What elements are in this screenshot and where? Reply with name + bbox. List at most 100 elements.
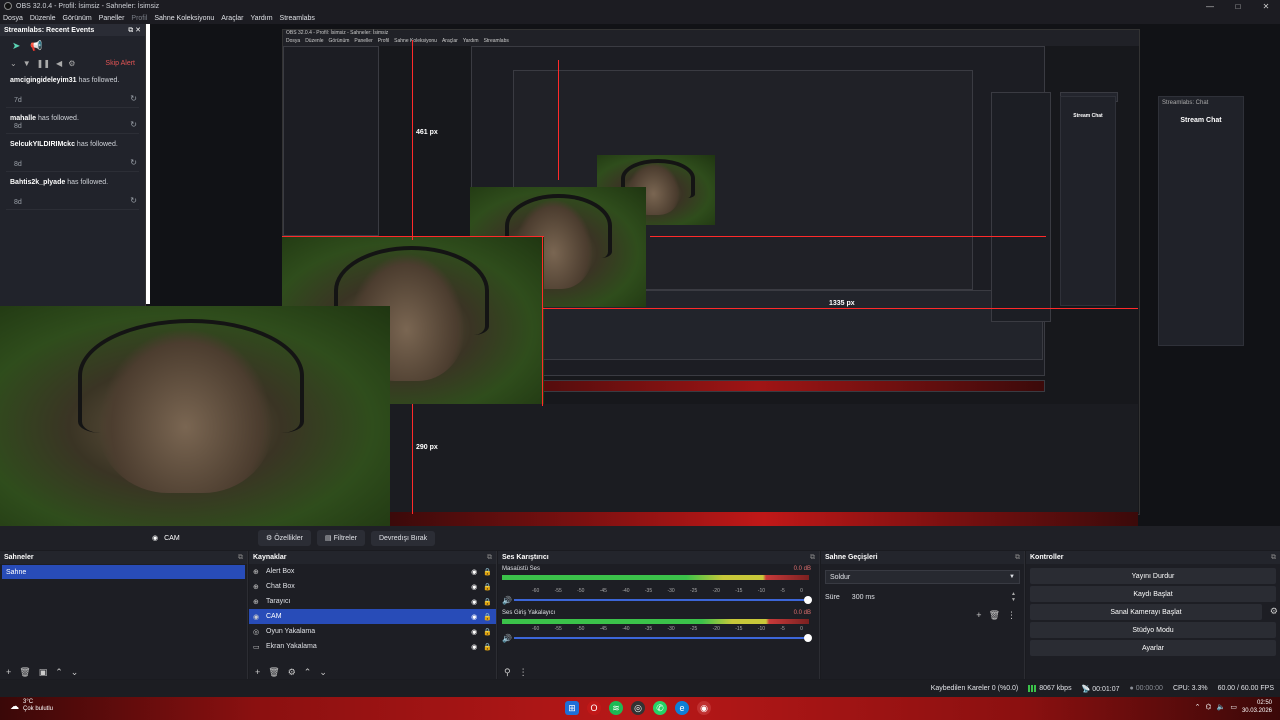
visibility-icon[interactable]: ◉ xyxy=(471,568,477,576)
undock-icon[interactable]: ⧉ xyxy=(1015,554,1020,562)
source-item[interactable]: ⊕ Chat Box ◉ 🔒 xyxy=(249,579,496,594)
move-down-icon[interactable]: ⌄ xyxy=(319,667,327,678)
trash-icon[interactable]: 🗑 xyxy=(268,667,279,678)
filter-icon[interactable]: ▣ xyxy=(39,667,48,678)
undock-icon[interactable]: ⧉ xyxy=(238,554,243,562)
maximize-button[interactable]: □ xyxy=(1224,0,1252,12)
undock-icon[interactable]: ⧉ xyxy=(487,554,492,562)
move-up-icon[interactable]: ⌃ xyxy=(55,667,63,678)
replay-icon[interactable]: ↻ xyxy=(130,196,137,205)
add-icon[interactable]: + xyxy=(6,667,11,677)
tray-chevron-icon[interactable]: ⌃ xyxy=(1195,703,1201,711)
guide-line-vertical xyxy=(412,40,413,240)
menu-help[interactable]: Yardım xyxy=(250,15,272,22)
stepper-icon[interactable]: ▲ ▼ xyxy=(1011,591,1016,603)
replay-icon[interactable]: ↻ xyxy=(130,94,137,103)
more-icon[interactable]: ⋮ xyxy=(1007,610,1016,621)
source-item[interactable]: ◎ Oyun Yakalama ◉ 🔒 xyxy=(249,624,496,639)
lock-icon[interactable]: 🔒 xyxy=(483,583,492,591)
menu-view[interactable]: Görünüm xyxy=(63,15,92,22)
menu-tools[interactable]: Araçlar xyxy=(221,15,243,22)
add-icon[interactable]: + xyxy=(255,667,260,677)
transition-select[interactable]: Soldur ▼ xyxy=(825,570,1020,584)
whatsapp-icon[interactable]: ✆ xyxy=(653,701,667,715)
menu-streamlabs[interactable]: Streamlabs xyxy=(280,15,315,22)
scene-item[interactable]: Sahne xyxy=(2,565,245,579)
source-item-selected[interactable]: ◉ CAM ◉ 🔒 xyxy=(249,609,496,624)
deactivate-button[interactable]: Devredışı Bırak xyxy=(370,530,436,546)
start-recording-button[interactable]: Kaydı Başlat xyxy=(1030,586,1276,602)
add-icon[interactable]: + xyxy=(976,610,981,621)
volume-track[interactable] xyxy=(514,596,812,604)
megaphone-icon[interactable]: 📢 xyxy=(30,41,42,52)
edge-icon[interactable]: e xyxy=(675,701,689,715)
replay-icon[interactable]: ↻ xyxy=(130,120,137,129)
meter-tick: -50 xyxy=(577,588,585,594)
visibility-icon[interactable]: ◉ xyxy=(471,613,477,621)
filters-button[interactable]: ▤ Filtreler xyxy=(317,530,365,546)
lock-icon[interactable]: 🔒 xyxy=(483,643,492,651)
windows-icon[interactable]: ⊞ xyxy=(565,701,579,715)
close-button[interactable]: ✕ xyxy=(1252,0,1280,12)
link-icon[interactable]: ⚲ xyxy=(504,667,511,678)
start-virtual-camera-button[interactable]: Sanal Kamerayı Başlat ⚙ xyxy=(1030,604,1278,620)
filter-icon[interactable]: ▼ xyxy=(23,59,31,68)
stop-streaming-button[interactable]: Yayını Durdur xyxy=(1030,568,1276,584)
properties-button[interactable]: ⚙ Özellikler xyxy=(258,530,312,546)
cam-source[interactable] xyxy=(0,306,390,526)
duration-input[interactable]: 300 ms ▲ ▼ xyxy=(847,590,1020,604)
skip-alert-button[interactable]: Skip Alert xyxy=(105,60,135,67)
meter-tick: -40 xyxy=(622,626,630,632)
more-icon[interactable]: ⋮ xyxy=(519,667,528,678)
network-icon[interactable]: ⌬ xyxy=(1206,703,1212,711)
volume-track[interactable] xyxy=(514,634,812,642)
gear-icon[interactable]: ⚙ xyxy=(288,667,296,678)
gear-icon[interactable]: ⚙ xyxy=(1270,606,1278,617)
battery-icon[interactable]: ▭ xyxy=(1230,703,1237,711)
menu-file[interactable]: Dosya xyxy=(3,15,23,22)
clock[interactable]: 02:50 30.03.2026 xyxy=(1242,699,1272,715)
spotify-icon[interactable]: ≋ xyxy=(609,701,623,715)
speaker-icon[interactable]: 🔊 xyxy=(502,596,514,605)
weather-widget[interactable]: ☁ 3°C Çok bulutlu xyxy=(10,699,53,713)
minimize-button[interactable]: — xyxy=(1196,0,1224,12)
lock-icon[interactable]: 🔒 xyxy=(483,598,492,606)
studio-mode-button[interactable]: Stüdyo Modu xyxy=(1030,622,1276,638)
menu-scene-collection[interactable]: Sahne Koleksiyonu xyxy=(154,15,214,22)
pause-icon[interactable]: ❚❚ xyxy=(37,59,50,68)
lock-icon[interactable]: 🔒 xyxy=(483,613,492,621)
send-icon[interactable]: ➤ xyxy=(12,41,20,52)
gear-icon[interactable]: ⚙ xyxy=(68,59,75,68)
replay-icon[interactable]: ↻ xyxy=(130,158,137,167)
move-up-icon[interactable]: ⌃ xyxy=(304,667,312,678)
trash-icon[interactable]: 🗑 xyxy=(989,610,1000,621)
visibility-icon[interactable]: ◉ xyxy=(471,643,477,651)
speaker-icon[interactable]: 🔈 xyxy=(1217,703,1226,711)
undock-icon[interactable]: ⧉ xyxy=(1271,554,1276,562)
visibility-icon[interactable]: ◉ xyxy=(471,583,477,591)
trash-icon[interactable]: 🗑 xyxy=(19,667,30,678)
close-icon[interactable]: ⧉ ✕ xyxy=(128,26,141,35)
undock-icon[interactable]: ⧉ xyxy=(810,554,815,562)
source-item[interactable]: ▭ Ekran Yakalama ◉ 🔒 xyxy=(249,639,496,654)
lock-icon[interactable]: 🔒 xyxy=(483,568,492,576)
chevron-down-icon[interactable]: ⌄ xyxy=(10,59,17,68)
source-item[interactable]: ⊕ Alert Box ◉ 🔒 xyxy=(249,564,496,579)
menu-edit[interactable]: Düzenle xyxy=(30,15,56,22)
menu-docks[interactable]: Paneller xyxy=(99,15,125,22)
settings-button[interactable]: Ayarlar xyxy=(1030,640,1276,656)
visibility-icon[interactable]: ◉ xyxy=(471,628,477,636)
source-item[interactable]: ⊕ Tarayıcı ◉ 🔒 xyxy=(249,594,496,609)
mute-icon[interactable]: ◀ xyxy=(56,59,62,68)
preview-canvas[interactable]: OBS 32.0.4 - Profil: İsimsiz - Sahneler:… xyxy=(0,24,1280,526)
chrome-icon[interactable]: ◉ xyxy=(697,701,711,715)
move-down-icon[interactable]: ⌄ xyxy=(71,667,79,678)
volume-slider[interactable]: 🔊 xyxy=(502,634,812,643)
menu-profile[interactable]: Profil xyxy=(131,15,147,22)
speaker-icon[interactable]: 🔊 xyxy=(502,634,514,643)
obs-icon[interactable]: ◎ xyxy=(631,701,645,715)
opera-icon[interactable]: O xyxy=(587,701,601,715)
volume-slider[interactable]: 🔊 xyxy=(502,596,812,605)
visibility-icon[interactable]: ◉ xyxy=(471,598,477,606)
lock-icon[interactable]: 🔒 xyxy=(483,628,492,636)
